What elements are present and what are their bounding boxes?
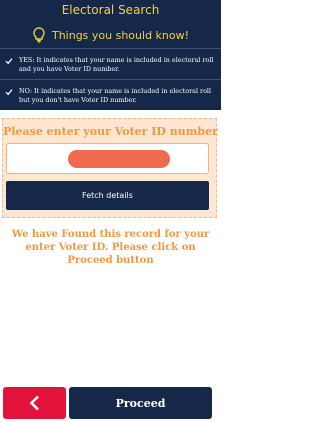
divider (0, 48, 221, 49)
info-text-no: NO: It indicates that your name is inclu… (19, 87, 212, 104)
check-icon (5, 89, 13, 96)
proceed-button[interactable]: Proceed (69, 387, 212, 419)
info-text-yes: YES: It indicates that your name is incl… (19, 56, 214, 73)
divider (0, 79, 221, 80)
know-row: Things you should know! (0, 25, 221, 45)
page-title: Electoral Search (61, 3, 160, 17)
voter-id-prompt: Please enter your Voter ID number (3, 125, 218, 138)
fetch-details-button[interactable]: Fetch details (6, 181, 209, 210)
info-item-no: NO: It indicates that your name is inclu… (5, 87, 217, 104)
know-label: Things you should know! (51, 28, 190, 42)
chevron-left-icon (29, 395, 39, 411)
lightbulb-icon (33, 27, 45, 43)
back-button[interactable] (3, 387, 66, 419)
redaction-scribble (68, 150, 170, 168)
info-item-yes: YES: It indicates that your name is incl… (5, 56, 217, 73)
record-found-message: We have Found this record for your enter… (11, 229, 210, 266)
check-icon (5, 58, 13, 65)
